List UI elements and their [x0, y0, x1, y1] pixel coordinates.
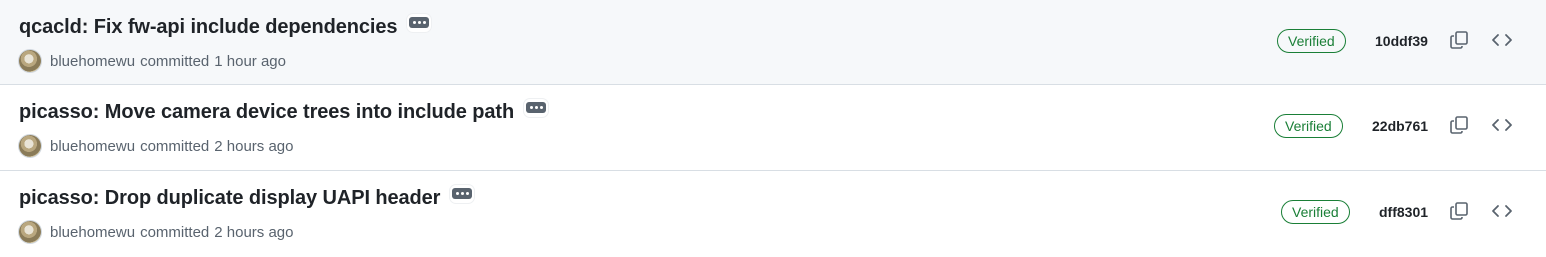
commit-title-line: qcacld: Fix fw-api include dependencies: [19, 13, 432, 39]
browse-repository-button[interactable]: [1490, 28, 1514, 52]
author-link[interactable]: bluehomewu: [50, 53, 135, 70]
commit-meta: bluehomewu committed 2 hours ago: [19, 221, 293, 243]
commit-row: qcacld: Fix fw-api include dependencies …: [0, 0, 1546, 85]
commit-time: 1 hour ago: [214, 52, 286, 70]
expand-message-button[interactable]: [524, 98, 549, 117]
code-icon: [1492, 34, 1512, 46]
verified-badge[interactable]: Verified: [1281, 200, 1350, 224]
copy-icon: [1450, 202, 1468, 220]
commit-meta: bluehomewu committed 1 hour ago: [19, 50, 286, 72]
commit-sha-link[interactable]: 10ddf39: [1375, 33, 1428, 49]
verified-badge[interactable]: Verified: [1277, 29, 1346, 53]
commit-meta: bluehomewu committed 2 hours ago: [19, 135, 293, 157]
committed-label: committed: [140, 223, 210, 241]
commit-list: qcacld: Fix fw-api include dependencies …: [0, 0, 1546, 257]
code-icon: [1492, 205, 1512, 217]
commit-title-line: picasso: Move camera device trees into i…: [19, 98, 549, 124]
commit-title-link[interactable]: picasso: Move camera device trees into i…: [19, 101, 514, 124]
expand-message-button[interactable]: [407, 13, 432, 32]
copy-sha-button[interactable]: [1447, 199, 1471, 223]
commit-time: 2 hours ago: [214, 223, 294, 241]
copy-sha-button[interactable]: [1447, 28, 1471, 52]
avatar[interactable]: [19, 135, 41, 157]
committed-label: committed: [140, 52, 210, 70]
copy-icon: [1450, 31, 1468, 49]
commit-title-line: picasso: Drop duplicate display UAPI hea…: [19, 184, 475, 210]
commit-row: picasso: Move camera device trees into i…: [0, 85, 1546, 171]
code-icon: [1492, 119, 1512, 131]
expand-message-button[interactable]: [450, 184, 475, 203]
commit-sha-link[interactable]: dff8301: [1379, 204, 1428, 220]
avatar[interactable]: [19, 50, 41, 72]
copy-sha-button[interactable]: [1447, 113, 1471, 137]
ellipsis-icon: [409, 17, 430, 28]
author-link[interactable]: bluehomewu: [50, 138, 135, 155]
commit-sha-link[interactable]: 22db761: [1372, 118, 1428, 134]
author-link[interactable]: bluehomewu: [50, 224, 135, 241]
copy-icon: [1450, 116, 1468, 134]
ellipsis-icon: [526, 102, 547, 113]
commit-row: picasso: Drop duplicate display UAPI hea…: [0, 171, 1546, 257]
ellipsis-icon: [452, 188, 473, 199]
browse-repository-button[interactable]: [1490, 113, 1514, 137]
commit-title-link[interactable]: qcacld: Fix fw-api include dependencies: [19, 16, 398, 39]
avatar[interactable]: [19, 221, 41, 243]
commit-time: 2 hours ago: [214, 137, 294, 155]
verified-badge[interactable]: Verified: [1274, 114, 1343, 138]
commit-title-link[interactable]: picasso: Drop duplicate display UAPI hea…: [19, 187, 440, 210]
browse-repository-button[interactable]: [1490, 199, 1514, 223]
committed-label: committed: [140, 137, 210, 155]
